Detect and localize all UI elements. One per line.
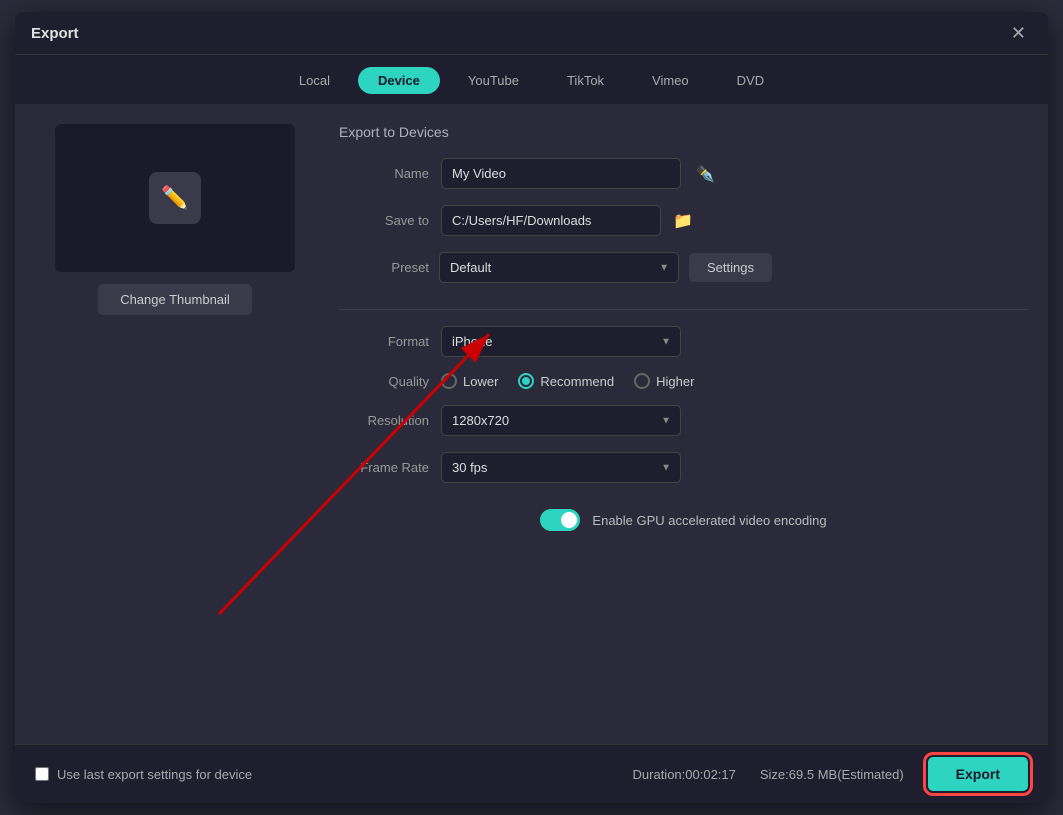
format-select[interactable]: iPhone	[441, 326, 681, 357]
tab-vimeo[interactable]: Vimeo	[632, 67, 709, 94]
left-panel: ✏️ Change Thumbnail	[35, 124, 315, 724]
tab-local[interactable]: Local	[279, 67, 350, 94]
settings-button[interactable]: Settings	[689, 253, 772, 282]
quality-recommend-radio[interactable]	[518, 373, 534, 389]
preset-label: Preset	[339, 260, 429, 275]
quality-recommend[interactable]: Recommend	[518, 373, 614, 389]
preset-row: Preset Default ▼ Settings	[339, 252, 1028, 283]
quality-label: Quality	[339, 374, 429, 389]
quality-options: Lower Recommend Higher	[441, 373, 694, 389]
ai-generate-button[interactable]: ✒️	[693, 162, 717, 186]
title-bar: Export ✕	[15, 12, 1048, 55]
name-label: Name	[339, 166, 429, 181]
footer: Use last export settings for device Dura…	[15, 744, 1048, 803]
tab-device[interactable]: Device	[358, 67, 440, 94]
tab-dvd[interactable]: DVD	[717, 67, 784, 94]
browse-folder-button[interactable]: 📁	[669, 207, 697, 235]
quality-lower[interactable]: Lower	[441, 373, 498, 389]
framerate-select-wrapper: 30 fps ▼	[441, 452, 681, 483]
framerate-select[interactable]: 30 fps	[441, 452, 681, 483]
quality-higher-radio[interactable]	[634, 373, 650, 389]
thumbnail-preview: ✏️	[55, 124, 295, 272]
tab-youtube[interactable]: YouTube	[448, 67, 539, 94]
quality-higher-label: Higher	[656, 374, 694, 389]
save-to-label: Save to	[339, 213, 429, 228]
resolution-row: Resolution 1280x720 ▼	[339, 405, 1028, 436]
save-path-input[interactable]	[441, 205, 661, 236]
preset-select-wrapper: Default ▼	[439, 252, 679, 283]
quality-lower-radio[interactable]	[441, 373, 457, 389]
framerate-label: Frame Rate	[339, 460, 429, 475]
tab-tiktok[interactable]: TikTok	[547, 67, 624, 94]
export-button[interactable]: Export	[928, 757, 1028, 791]
format-row: Format iPhone ▼	[339, 326, 1028, 357]
footer-meta: Duration:00:02:17 Size:69.5 MB(Estimated…	[633, 757, 1028, 791]
right-panel: Export to Devices Name ✒️ Save to 📁	[339, 124, 1028, 724]
preset-select[interactable]: Default	[439, 252, 679, 283]
footer-left: Use last export settings for device	[35, 767, 252, 782]
save-to-row: Save to 📁	[339, 205, 1028, 236]
dialog-overlay: Export ✕ Local Device YouTube TikTok Vim…	[0, 0, 1063, 815]
main-content: ✏️ Change Thumbnail Export to Devices Na…	[15, 104, 1048, 744]
gpu-toggle[interactable]	[540, 509, 580, 531]
gpu-toggle-knob	[561, 512, 577, 528]
thumbnail-edit-icon: ✏️	[149, 172, 201, 224]
framerate-row: Frame Rate 30 fps ▼	[339, 452, 1028, 483]
duration-text: Duration:00:02:17	[633, 767, 736, 782]
format-select-wrapper: iPhone ▼	[441, 326, 681, 357]
gpu-toggle-label: Enable GPU accelerated video encoding	[592, 513, 826, 528]
name-row: Name ✒️	[339, 158, 1028, 189]
resolution-label: Resolution	[339, 413, 429, 428]
resolution-select-wrapper: 1280x720 ▼	[441, 405, 681, 436]
tab-bar: Local Device YouTube TikTok Vimeo DVD	[15, 55, 1048, 104]
quality-lower-label: Lower	[463, 374, 498, 389]
use-last-settings-checkbox[interactable]	[35, 767, 49, 781]
export-dialog: Export ✕ Local Device YouTube TikTok Vim…	[15, 12, 1048, 803]
format-label: Format	[339, 334, 429, 349]
section-divider	[339, 309, 1028, 310]
quality-recommend-label: Recommend	[540, 374, 614, 389]
gpu-toggle-row: Enable GPU accelerated video encoding	[339, 509, 1028, 531]
section-title: Export to Devices	[339, 124, 1028, 140]
quality-row: Quality Lower Recommend Higher	[339, 373, 1028, 389]
use-last-settings-label: Use last export settings for device	[57, 767, 252, 782]
change-thumbnail-button[interactable]: Change Thumbnail	[98, 284, 252, 315]
close-button[interactable]: ✕	[1005, 22, 1032, 44]
dialog-title: Export	[31, 25, 79, 42]
size-text: Size:69.5 MB(Estimated)	[760, 767, 904, 782]
resolution-select[interactable]: 1280x720	[441, 405, 681, 436]
quality-higher[interactable]: Higher	[634, 373, 694, 389]
name-input[interactable]	[441, 158, 681, 189]
